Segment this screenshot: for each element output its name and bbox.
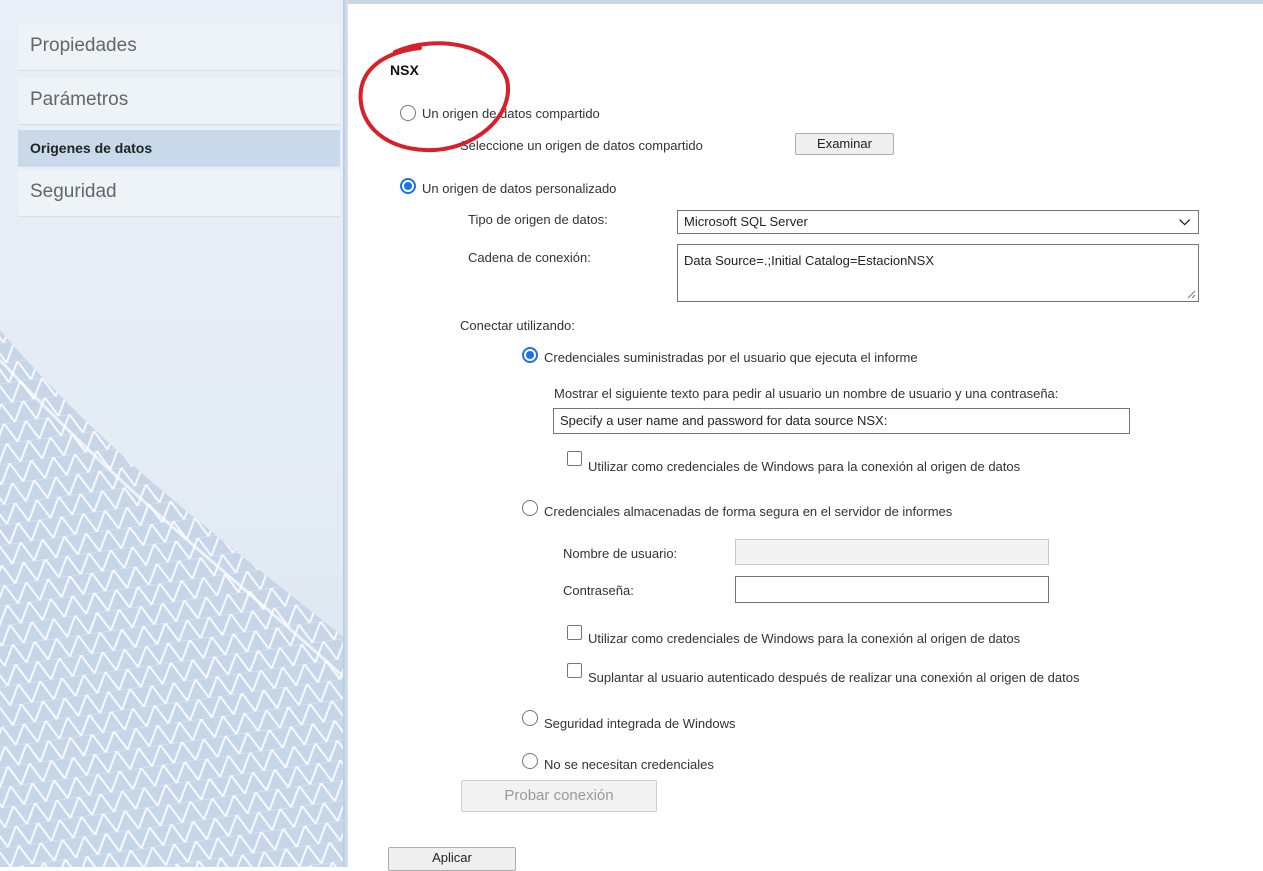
chevron-down-icon: ⌵ [1179, 212, 1190, 228]
stored-credentials-label: Credenciales almacenadas de forma segura… [544, 504, 953, 519]
connection-string-textarea[interactable]: Data Source=.;Initial Catalog=EstacionNS… [677, 244, 1199, 302]
no-credentials-label: No se necesitan credenciales [544, 757, 714, 772]
shared-data-source-label: Un origen de datos compartido [422, 106, 600, 121]
no-credentials-radio[interactable] [522, 753, 538, 769]
impersonate-user-label: Suplantar al usuario autenticado después… [588, 670, 1080, 685]
nav-item-seguridad[interactable]: Seguridad [18, 170, 340, 217]
prompt-text-value: Specify a user name and password for dat… [560, 413, 888, 428]
data-source-type-value: Microsoft SQL Server [684, 214, 808, 229]
prompt-text-label: Mostrar el siguiente texto para pedir al… [554, 386, 1059, 401]
connection-string-label: Cadena de conexión: [468, 250, 591, 265]
data-source-title: NSX [390, 62, 419, 78]
nav-item-label: Propiedades [30, 35, 137, 56]
resize-grip-icon[interactable] [1187, 290, 1196, 299]
prompt-text-input[interactable]: Specify a user name and password for dat… [553, 408, 1130, 434]
browse-button[interactable]: Examinar [795, 133, 894, 155]
sidebar: Propiedades Parámetros Origenes de datos… [0, 0, 347, 867]
custom-data-source-label: Un origen de datos personalizado [422, 181, 617, 196]
shared-data-source-radio[interactable] [400, 105, 416, 121]
stored-windows-credentials-checkbox[interactable] [567, 625, 582, 640]
username-label: Nombre de usuario: [563, 546, 678, 561]
integrated-security-label: Seguridad integrada de Windows [544, 716, 736, 731]
data-source-type-label: Tipo de origen de datos: [468, 212, 608, 227]
select-shared-prompt: Seleccione un origen de datos compartido [460, 138, 703, 153]
impersonate-user-checkbox[interactable] [567, 663, 582, 678]
data-source-type-select[interactable]: Microsoft SQL Server ⌵ [677, 210, 1199, 234]
username-input[interactable] [735, 539, 1049, 565]
nav-item-label: Parámetros [30, 89, 129, 110]
connect-using-label: Conectar utilizando: [460, 318, 575, 333]
data-source-form: NSX Un origen de datos compartido Selecc… [348, 0, 1263, 871]
nav-item-propiedades[interactable]: Propiedades [18, 24, 340, 71]
test-connection-button[interactable]: Probar conexión [461, 780, 657, 812]
nav-item-parametros[interactable]: Parámetros [18, 78, 340, 125]
custom-data-source-radio[interactable] [400, 178, 416, 194]
connection-string-value: Data Source=.;Initial Catalog=EstacionNS… [684, 253, 935, 268]
user-supplied-credentials-radio[interactable] [522, 347, 538, 363]
user-supplied-windows-credentials-label: Utilizar como credenciales de Windows pa… [588, 459, 1021, 474]
user-supplied-credentials-label: Credenciales suministradas por el usuari… [544, 350, 918, 365]
password-input[interactable] [735, 576, 1049, 603]
nav-item-label: Seguridad [30, 181, 117, 202]
user-supplied-windows-credentials-checkbox[interactable] [567, 451, 582, 466]
password-label: Contraseña: [563, 583, 634, 598]
integrated-security-radio[interactable] [522, 710, 538, 726]
nav-item-label: Origenes de datos [30, 140, 153, 156]
apply-button[interactable]: Aplicar [388, 847, 516, 871]
stored-windows-credentials-label: Utilizar como credenciales de Windows pa… [588, 631, 1021, 646]
nav-item-origenes-de-datos[interactable]: Origenes de datos [18, 130, 340, 167]
stored-credentials-radio[interactable] [522, 500, 538, 516]
